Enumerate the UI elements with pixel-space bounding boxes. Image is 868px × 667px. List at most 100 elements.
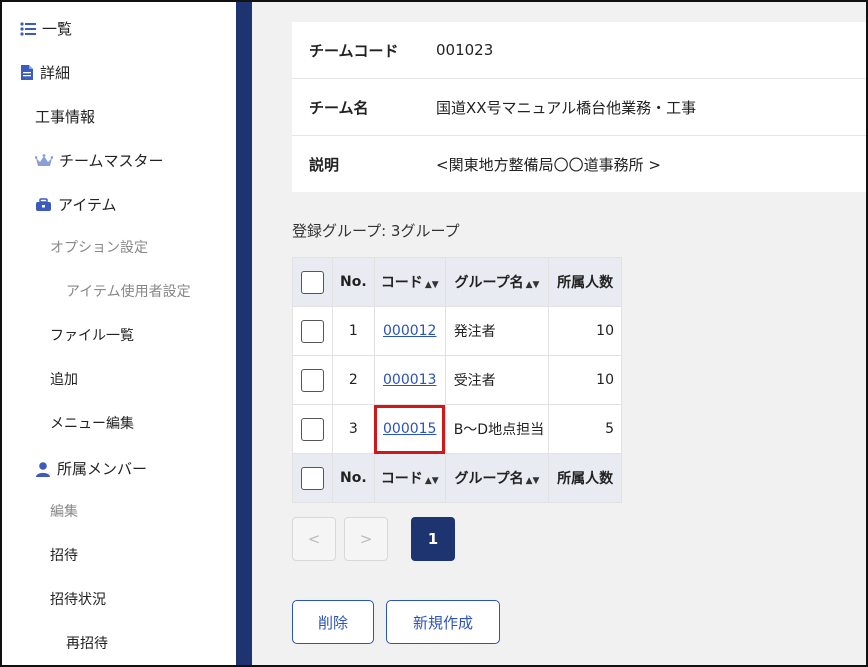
team-name-value: 国道XX号マニュアル橋台他業務・工事 xyxy=(436,98,697,117)
sidebar-item-label: アイテム xyxy=(58,196,117,214)
footer-group-name[interactable]: グループ名 ▲▼ xyxy=(444,453,550,503)
team-code-value: 001023 xyxy=(436,41,494,59)
row-code-cell: 000012 xyxy=(373,306,446,356)
delete-button[interactable]: 削除 xyxy=(292,600,374,644)
footer-group-name-label: グループ名 xyxy=(454,471,524,487)
team-description-row: 説明 <関東地方整備局〇〇道事務所 > xyxy=(292,136,866,193)
team-info-card: チームコード 001023 チーム名 国道XX号マニュアル橋台他業務・工事 説明… xyxy=(292,22,866,193)
list-icon xyxy=(20,21,36,36)
sidebar-item-construction-info[interactable]: 工事情報 xyxy=(35,106,95,127)
sidebar-item-item-user-settings[interactable]: アイテム使用者設定 xyxy=(66,281,191,301)
sidebar-item-label: アイテム使用者設定 xyxy=(66,284,191,300)
sidebar-item-label: 編集 xyxy=(50,504,78,520)
row-group-name: 発注者 xyxy=(444,306,550,356)
table-footer-row: No. コード ▲▼ グループ名 ▲▼ 所属人数 xyxy=(292,453,622,503)
sidebar-item-invite-status[interactable]: 招待状況 xyxy=(50,589,106,609)
select-all-checkbox[interactable] xyxy=(300,466,324,490)
sidebar-item-detail[interactable]: 詳細 xyxy=(20,62,70,83)
team-code-label: チームコード xyxy=(309,41,399,60)
footer-code-label: コード xyxy=(380,471,423,487)
row-checkbox-cell xyxy=(292,306,333,356)
team-name-label: チーム名 xyxy=(309,98,369,117)
sidebar-item-label: 一覧 xyxy=(42,20,73,38)
document-icon xyxy=(21,65,33,80)
row-checkbox-cell xyxy=(292,404,333,454)
sidebar-item-label: 所属メンバー xyxy=(57,460,148,478)
row-member-count: 5 xyxy=(548,404,622,454)
sidebar-item-reinvite[interactable]: 再招待 xyxy=(66,633,108,653)
header-code[interactable]: コード ▲▼ xyxy=(373,257,446,307)
group-code-link[interactable]: 000013 xyxy=(383,372,436,388)
main-content: チームコード 001023 チーム名 国道XX号マニュアル橋台他業務・工事 説明… xyxy=(252,2,866,665)
sidebar-item-list[interactable]: 一覧 xyxy=(20,18,72,39)
sidebar-item-label: オプション設定 xyxy=(50,240,148,256)
footer-member-count: 所属人数 xyxy=(548,453,622,503)
select-all-cell xyxy=(292,257,333,307)
sidebar: 一覧 詳細 工事情報 チームマスター アイテム オプション設定 アイテム使用者設… xyxy=(2,2,236,665)
groups-table: No. コード ▲▼ グループ名 ▲▼ 所属人数 1 000012 発注者 10 2… xyxy=(292,257,622,503)
table-row: 1 000012 発注者 10 xyxy=(292,306,622,356)
footer-no: No. xyxy=(331,453,375,503)
table-header-row: No. コード ▲▼ グループ名 ▲▼ 所属人数 xyxy=(292,257,622,307)
sort-icon: ▲▼ xyxy=(424,280,439,290)
sidebar-divider xyxy=(236,2,252,665)
row-checkbox[interactable] xyxy=(300,368,324,392)
sidebar-item-menu-edit[interactable]: メニュー編集 xyxy=(50,413,134,433)
sidebar-item-label: チームマスター xyxy=(59,152,164,170)
sidebar-item-label: 工事情報 xyxy=(35,108,96,126)
select-all-checkbox[interactable] xyxy=(300,270,324,294)
sort-icon: ▲▼ xyxy=(424,476,439,486)
sidebar-item-members[interactable]: 所属メンバー xyxy=(35,458,147,479)
sidebar-item-file-list[interactable]: ファイル一覧 xyxy=(50,325,134,345)
group-code-link[interactable]: 000012 xyxy=(383,323,436,339)
row-checkbox[interactable] xyxy=(300,319,324,343)
pagination-next-button[interactable]: > xyxy=(344,517,388,561)
table-row: 3 000015 B〜D地点担当 5 xyxy=(292,404,622,454)
sidebar-item-add[interactable]: 追加 xyxy=(50,369,78,389)
sidebar-item-label: 招待状況 xyxy=(50,592,106,608)
row-group-name: B〜D地点担当 xyxy=(444,404,550,454)
pagination-page-1[interactable]: 1 xyxy=(411,517,455,561)
sort-icon: ▲▼ xyxy=(525,476,540,486)
sidebar-item-invite[interactable]: 招待 xyxy=(50,545,78,565)
sidebar-item-edit[interactable]: 編集 xyxy=(50,501,78,521)
row-no: 1 xyxy=(331,306,375,356)
team-description-value: <関東地方整備局〇〇道事務所 > xyxy=(436,156,661,174)
registered-groups-summary: 登録グループ: 3グループ xyxy=(292,222,460,240)
pagination-prev-button[interactable]: < xyxy=(292,517,336,561)
footer-code[interactable]: コード ▲▼ xyxy=(373,453,446,503)
team-name-row: チーム名 国道XX号マニュアル橋台他業務・工事 xyxy=(292,79,866,136)
toolbox-icon xyxy=(36,197,51,211)
row-no: 3 xyxy=(331,404,375,454)
row-group-name: 受注者 xyxy=(444,355,550,405)
header-group-name[interactable]: グループ名 ▲▼ xyxy=(444,257,550,307)
header-group-name-label: グループ名 xyxy=(454,275,524,291)
row-checkbox[interactable] xyxy=(300,417,324,441)
table-row: 2 000013 受注者 10 xyxy=(292,355,622,405)
row-member-count: 10 xyxy=(548,355,622,405)
create-new-button[interactable]: 新規作成 xyxy=(386,600,500,644)
sidebar-item-option-settings[interactable]: オプション設定 xyxy=(50,237,148,257)
header-member-count: 所属人数 xyxy=(548,257,622,307)
sidebar-item-label: 詳細 xyxy=(40,64,71,82)
row-code-cell-highlighted: 000015 xyxy=(373,404,446,454)
sidebar-item-label: 再招待 xyxy=(66,636,108,652)
sidebar-item-team-master[interactable]: チームマスター xyxy=(35,150,164,171)
group-code-link[interactable]: 000015 xyxy=(383,421,436,437)
select-all-cell xyxy=(292,453,333,503)
sidebar-item-label: メニュー編集 xyxy=(50,416,134,432)
sidebar-item-label: 招待 xyxy=(50,548,78,564)
team-description-label: 説明 xyxy=(309,156,340,174)
sidebar-item-label: 追加 xyxy=(50,372,78,388)
row-no: 2 xyxy=(331,355,375,405)
sidebar-item-label: ファイル一覧 xyxy=(50,328,134,344)
row-checkbox-cell xyxy=(292,355,333,405)
row-member-count: 10 xyxy=(548,306,622,356)
team-code-row: チームコード 001023 xyxy=(292,22,866,79)
crown-icon xyxy=(35,153,53,166)
header-no: No. xyxy=(331,257,375,307)
row-code-cell: 000013 xyxy=(373,355,446,405)
sidebar-item-item[interactable]: アイテム xyxy=(35,194,117,215)
user-icon xyxy=(36,461,50,477)
sort-icon: ▲▼ xyxy=(525,280,540,290)
